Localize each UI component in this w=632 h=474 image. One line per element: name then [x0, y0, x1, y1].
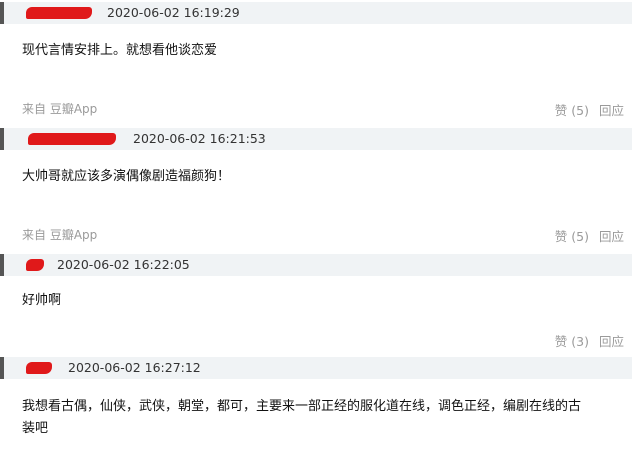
- timestamp: 2020-06-02 16:27:12: [68, 360, 201, 375]
- timestamp: 2020-06-02 16:21:53: [133, 131, 266, 146]
- redacted-username[interactable]: [26, 259, 44, 271]
- redacted-username[interactable]: [28, 133, 116, 145]
- source-label: 来自 豆瓣App: [22, 228, 98, 242]
- comment-text-line-1: 我想看古偶，仙侠，武侠，朝堂，都可，主要来一部正经的服化道在线，调色正经，编剧在…: [22, 399, 582, 414]
- avatar[interactable]: [0, 357, 4, 379]
- like-button[interactable]: 赞 (5): [555, 229, 589, 244]
- comment-footer: 来自 豆瓣App 赞 (5) 回应: [0, 226, 632, 244]
- comment-header: 2020-06-02 16:21:53: [0, 128, 632, 150]
- reply-button[interactable]: 回应: [599, 229, 624, 244]
- timestamp: 2020-06-02 16:22:05: [57, 257, 190, 272]
- source-label: 来自 豆瓣App: [22, 102, 98, 116]
- reply-button[interactable]: 回应: [599, 334, 624, 349]
- redacted-username[interactable]: [26, 362, 52, 374]
- reply-button[interactable]: 回应: [599, 103, 624, 118]
- comment-header: 2020-06-02 16:22:05: [0, 254, 632, 276]
- like-button[interactable]: 赞 (3): [555, 334, 589, 349]
- comment-footer: 赞 (3) 回应: [0, 331, 632, 349]
- avatar[interactable]: [0, 254, 4, 276]
- comment-footer: 来自 豆瓣App 赞 (5) 回应: [0, 100, 632, 118]
- comment-text: 现代言情安排上。就想看他谈恋爱: [22, 43, 218, 58]
- comment-text: 大帅哥就应该多演偶像剧造福颜狗！: [22, 169, 231, 184]
- like-button[interactable]: 赞 (5): [555, 103, 589, 118]
- comment-text: 好帅啊: [22, 293, 62, 308]
- comment-header: 2020-06-02 16:19:29: [0, 2, 632, 24]
- redacted-username[interactable]: [26, 7, 92, 19]
- comment-header: 2020-06-02 16:27:12: [0, 357, 632, 379]
- avatar[interactable]: [0, 128, 4, 150]
- comment-text-line-2: 装吧: [22, 421, 49, 436]
- timestamp: 2020-06-02 16:19:29: [107, 5, 240, 20]
- avatar[interactable]: [0, 2, 4, 24]
